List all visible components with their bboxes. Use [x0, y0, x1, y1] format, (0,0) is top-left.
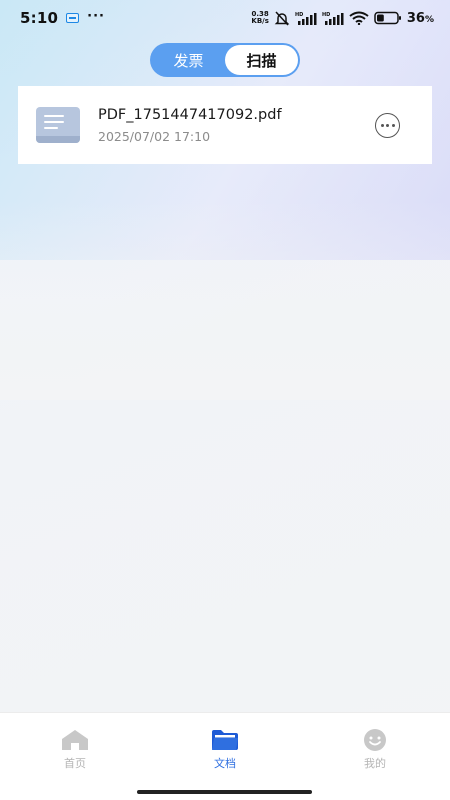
- svg-text:HD: HD: [295, 12, 303, 18]
- status-time: 5:10: [20, 9, 59, 27]
- category-tabs: 发票 扫描: [150, 43, 300, 77]
- nav-label-documents: 文档: [214, 757, 236, 770]
- document-icon: [36, 107, 80, 143]
- nav-item-documents[interactable]: 文档: [150, 713, 300, 800]
- file-date: 2025/07/02 17:10: [98, 128, 211, 144]
- message-notification-icon: [66, 13, 80, 23]
- network-speed: 0.38 KB/s: [251, 11, 268, 25]
- svg-text:HD: HD: [322, 12, 330, 18]
- battery-percentage: 36%: [406, 10, 434, 26]
- tab-scan[interactable]: 扫描: [225, 45, 298, 75]
- smile-icon: [364, 729, 386, 751]
- nav-item-home[interactable]: 首页: [0, 713, 150, 800]
- status-bar: 5:10 ··· 0.38 KB/s HD HD 36%: [0, 0, 450, 36]
- nav-item-mine[interactable]: 我的: [300, 713, 450, 800]
- file-info: PDF_1751447417092.pdf 2025/07/02 17:10: [98, 107, 375, 144]
- signal-1-icon: HD: [295, 12, 317, 25]
- mute-bell-icon: [274, 10, 290, 26]
- folder-icon: [212, 730, 238, 750]
- file-name: PDF_1751447417092.pdf: [98, 106, 282, 123]
- battery-icon: [374, 11, 401, 25]
- network-speed-unit: KB/s: [251, 17, 269, 25]
- signal-2-icon: HD: [322, 12, 344, 25]
- home-indicator[interactable]: [137, 790, 312, 794]
- nav-label-home: 首页: [64, 757, 86, 770]
- more-options-icon[interactable]: [375, 112, 400, 138]
- home-icon: [62, 730, 88, 750]
- list-item[interactable]: PDF_1751447417092.pdf 2025/07/02 17:10: [18, 86, 432, 164]
- bottom-nav: 首页 文档 我的: [0, 712, 450, 800]
- wifi-icon: [349, 11, 369, 25]
- battery-fill: [376, 14, 384, 22]
- more-notifications-icon: ···: [87, 8, 105, 24]
- tab-invoice[interactable]: 发票: [152, 45, 225, 75]
- background-fade: [0, 200, 450, 400]
- nav-label-mine: 我的: [364, 757, 386, 770]
